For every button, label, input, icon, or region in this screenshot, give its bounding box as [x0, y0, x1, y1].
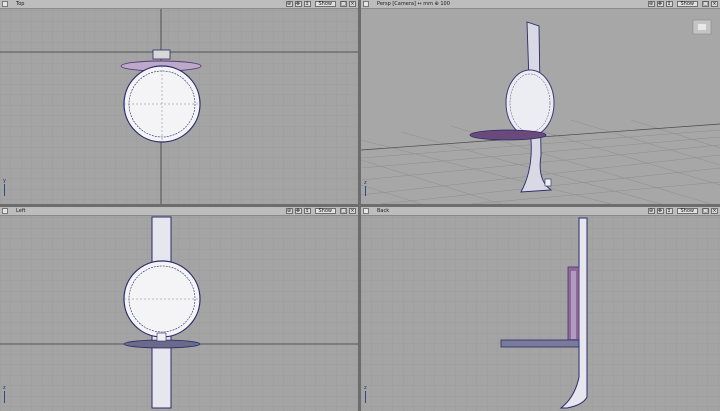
- left-canvas[interactable]: [0, 207, 358, 411]
- top-model[interactable]: [120, 49, 202, 143]
- axis-indicator: z: [364, 180, 367, 196]
- persp-canvas[interactable]: [361, 0, 720, 204]
- view-cube-icon[interactable]: [692, 19, 712, 35]
- axis-z-line: [365, 391, 366, 403]
- axis-indicator: y: [3, 178, 6, 196]
- axis-z-line: [4, 391, 5, 403]
- axis-indicator: z: [3, 385, 6, 403]
- axis-z-label: z: [364, 180, 367, 186]
- viewport-back[interactable]: Back ⊕ ✥ ↕ Show □ × z: [361, 207, 720, 411]
- axis-z-line: [365, 186, 366, 196]
- back-canvas[interactable]: [361, 207, 720, 411]
- axis-z-label: z: [3, 385, 6, 391]
- viewport-persp[interactable]: Persp [Camera] ↔ mm ⊕ 100 ⊕ ✥ ↕ Show □ ×: [361, 0, 720, 204]
- top-canvas[interactable]: [0, 0, 358, 204]
- axis-y-label: y: [3, 178, 6, 184]
- axis-z-label: z: [364, 385, 367, 391]
- axis-y-line: [4, 184, 5, 196]
- viewport-top[interactable]: Top ⊕ ✥ ↕ Show □ × y: [0, 0, 358, 204]
- axis-indicator: z: [364, 385, 367, 403]
- viewport-left[interactable]: Left ⊕ ✥ ↕ Show □ × z: [0, 207, 358, 411]
